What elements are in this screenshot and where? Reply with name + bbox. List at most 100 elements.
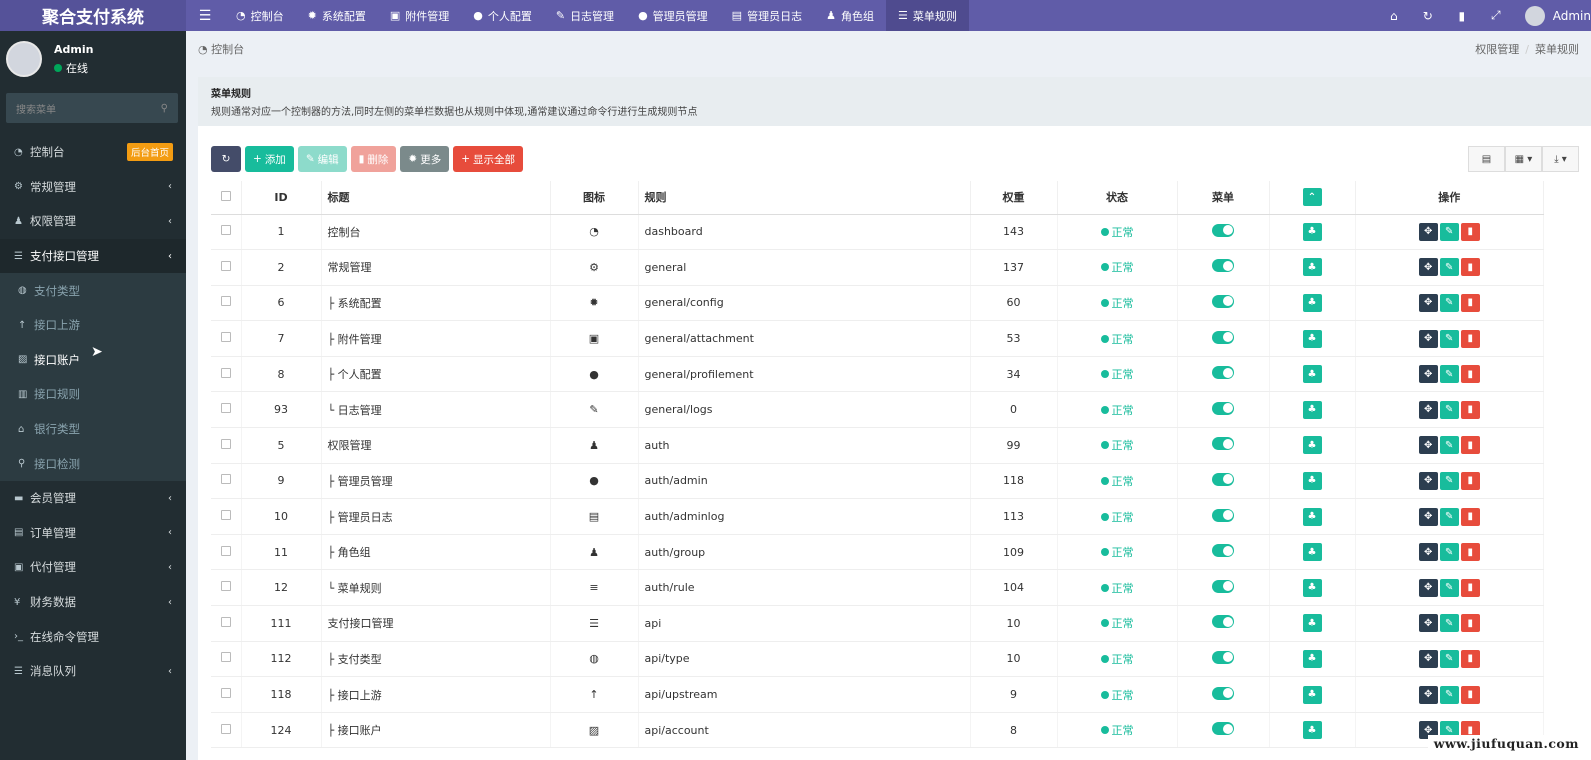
sidebar-item-dashboard[interactable]: ◔ 控制台 后台首页: [0, 135, 186, 170]
sidebar-toggle-icon[interactable]: ☰: [186, 0, 224, 31]
select-all-checkbox[interactable]: [211, 181, 242, 215]
sidebar-item-queue[interactable]: ☰ 消息队列 ‹: [0, 654, 186, 689]
sidebar-item-member[interactable]: ▬ 会员管理 ‹: [0, 481, 186, 516]
edit-pencil-icon[interactable]: ✎: [1439, 329, 1459, 348]
delete-trash-icon[interactable]: ▮: [1460, 507, 1480, 526]
edit-pencil-icon[interactable]: ✎: [1439, 258, 1459, 277]
row-checkbox[interactable]: [211, 498, 242, 535]
row-checkbox[interactable]: [211, 676, 242, 713]
status-badge[interactable]: 正常: [1100, 722, 1134, 738]
delete-trash-icon[interactable]: ▮: [1460, 365, 1480, 384]
columns-button[interactable]: ▦ ▾: [1505, 146, 1542, 172]
sitemap-icon[interactable]: ♣: [1302, 614, 1322, 633]
sitemap-icon[interactable]: ♣: [1302, 258, 1322, 277]
edit-pencil-icon[interactable]: ✎: [1439, 614, 1459, 633]
tab-group[interactable]: ♟ 角色组: [814, 0, 886, 31]
drag-move-icon[interactable]: ✥: [1418, 649, 1438, 668]
sitemap-icon[interactable]: ♣: [1302, 365, 1322, 384]
status-badge[interactable]: 正常: [1100, 366, 1134, 382]
tab-system-config[interactable]: ✹ 系统配置: [296, 0, 378, 31]
menu-toggle[interactable]: [1212, 722, 1234, 736]
edit-pencil-icon[interactable]: ✎: [1439, 685, 1459, 704]
sitemap-icon[interactable]: ♣: [1302, 436, 1322, 455]
menu-toggle[interactable]: [1212, 579, 1234, 593]
edit-pencil-icon[interactable]: ✎: [1439, 649, 1459, 668]
delete-trash-icon[interactable]: ▮: [1460, 543, 1480, 562]
add-button[interactable]: + 添加: [245, 146, 294, 172]
drag-move-icon[interactable]: ✥: [1418, 258, 1438, 277]
drag-move-icon[interactable]: ✥: [1418, 543, 1438, 562]
menu-toggle[interactable]: [1212, 223, 1234, 237]
delete-trash-icon[interactable]: ▮: [1460, 614, 1480, 633]
refresh-icon[interactable]: ↻: [1411, 9, 1445, 23]
delete-trash-icon[interactable]: ▮: [1460, 222, 1480, 241]
user-menu[interactable]: Admin: [1513, 5, 1591, 26]
tab-rule[interactable]: ☰ 菜单规则: [885, 0, 969, 31]
row-checkbox[interactable]: [211, 391, 242, 429]
sitemap-icon[interactable]: ♣: [1302, 721, 1322, 740]
fullscreen-icon[interactable]: ⤢: [1479, 8, 1513, 23]
sidebar-search-input[interactable]: 搜索菜单 ⚲: [6, 93, 178, 123]
delete-trash-icon[interactable]: ▮: [1460, 685, 1480, 704]
sitemap-icon[interactable]: ♣: [1302, 293, 1322, 312]
delete-trash-icon[interactable]: ▮: [1460, 649, 1480, 668]
menu-toggle[interactable]: [1212, 686, 1234, 700]
sitemap-icon[interactable]: ♣: [1302, 685, 1322, 704]
drag-move-icon[interactable]: ✥: [1418, 578, 1438, 597]
edit-pencil-icon[interactable]: ✎: [1439, 543, 1459, 562]
sidebar-item-finance[interactable]: ¥ 财务数据 ‹: [0, 585, 186, 620]
edit-pencil-icon[interactable]: ✎: [1439, 578, 1459, 597]
edit-pencil-icon[interactable]: ✎: [1439, 400, 1459, 419]
row-checkbox[interactable]: [211, 214, 242, 251]
delete-trash-icon[interactable]: ▮: [1460, 293, 1480, 312]
sitemap-icon[interactable]: ♣: [1302, 329, 1322, 348]
tab-profile[interactable]: ● 个人配置: [461, 0, 544, 31]
sidebar-item-general[interactable]: ⚙ 常规管理 ‹: [0, 170, 186, 205]
sidebar-item-api-rule[interactable]: ▥ 接口规则: [0, 377, 186, 412]
menu-toggle[interactable]: [1212, 294, 1234, 308]
status-badge[interactable]: 正常: [1100, 544, 1134, 560]
export-button[interactable]: ⤓ ▾: [1542, 146, 1579, 172]
sidebar-item-auth[interactable]: ♟ 权限管理 ‹: [0, 204, 186, 239]
sitemap-icon[interactable]: ♣: [1302, 649, 1322, 668]
edit-pencil-icon[interactable]: ✎: [1439, 436, 1459, 455]
row-checkbox[interactable]: [211, 463, 242, 500]
status-badge[interactable]: 正常: [1100, 651, 1134, 667]
sitemap-icon[interactable]: ♣: [1302, 471, 1322, 490]
drag-move-icon[interactable]: ✥: [1418, 471, 1438, 490]
delete-trash-icon[interactable]: ▮: [1460, 329, 1480, 348]
chevron-up-icon[interactable]: ⌃: [1302, 188, 1322, 207]
sidebar-item-order[interactable]: ▤ 订单管理 ‹: [0, 516, 186, 551]
sidebar-item-api-upstream[interactable]: ↑ 接口上游: [0, 308, 186, 343]
breadcrumb-left[interactable]: ◔ 控制台: [198, 41, 244, 57]
menu-toggle[interactable]: [1212, 437, 1234, 451]
edit-button[interactable]: ✎ 编辑: [297, 146, 347, 172]
trash-icon[interactable]: ▮: [1445, 9, 1479, 23]
row-checkbox[interactable]: [211, 534, 242, 571]
sitemap-icon[interactable]: ♣: [1302, 400, 1322, 419]
tab-dashboard[interactable]: ◔ 控制台: [224, 0, 296, 31]
row-checkbox[interactable]: [211, 641, 242, 678]
delete-trash-icon[interactable]: ▮: [1460, 436, 1480, 455]
home-icon[interactable]: ⌂: [1377, 9, 1411, 23]
status-badge[interactable]: 正常: [1100, 331, 1134, 347]
sidebar-item-payout[interactable]: ▣ 代付管理 ‹: [0, 550, 186, 585]
drag-move-icon[interactable]: ✥: [1418, 436, 1438, 455]
breadcrumb-link[interactable]: 权限管理: [1475, 43, 1519, 56]
status-badge[interactable]: 正常: [1100, 509, 1134, 525]
sidebar-item-api-type[interactable]: ◍ 支付类型: [0, 273, 186, 308]
drag-move-icon[interactable]: ✥: [1418, 507, 1438, 526]
row-checkbox[interactable]: [211, 427, 242, 464]
drag-move-icon[interactable]: ✥: [1418, 685, 1438, 704]
col-id[interactable]: ID: [241, 181, 322, 215]
row-checkbox[interactable]: [211, 605, 242, 642]
sidebar-item-command[interactable]: ›_ 在线命令管理: [0, 619, 186, 654]
search-icon[interactable]: ⚲: [161, 103, 168, 114]
row-checkbox[interactable]: [211, 712, 242, 749]
sitemap-icon[interactable]: ♣: [1302, 578, 1322, 597]
status-badge[interactable]: 正常: [1100, 473, 1134, 489]
sitemap-icon[interactable]: ♣: [1302, 507, 1322, 526]
tab-logs[interactable]: ✎ 日志管理: [544, 0, 626, 31]
menu-toggle[interactable]: [1212, 330, 1234, 344]
drag-move-icon[interactable]: ✥: [1418, 365, 1438, 384]
